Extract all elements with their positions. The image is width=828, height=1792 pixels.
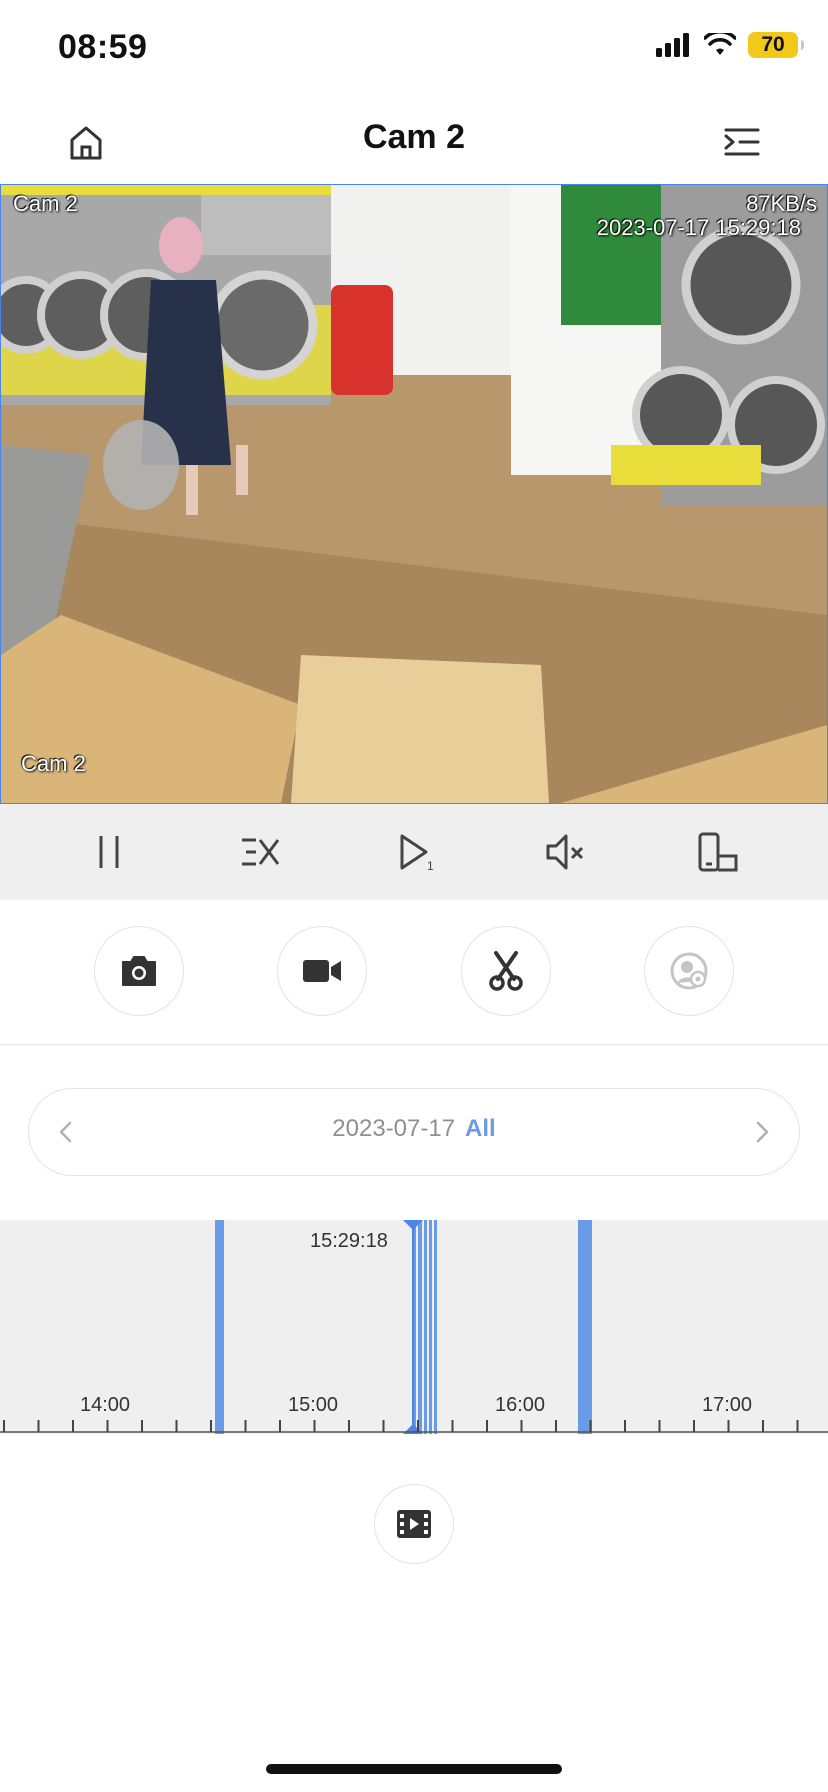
record-button[interactable] [277,926,367,1016]
tick-label-1600: 16:00 [495,1394,546,1416]
camera-video-feed[interactable]: Cam 2 87KB/s 2023-07-17 15:29:18 Cam 2 [0,184,828,804]
record-icon [303,960,341,982]
clip-icon [489,951,523,991]
clip-button[interactable] [461,926,551,1016]
status-bar: 08:59 70 [0,0,828,100]
page-title: Cam 2 [362,118,466,156]
tick-label-1700: 17:00 [702,1394,753,1416]
face-detect-button[interactable] [644,926,734,1016]
snapshot-icon [122,956,156,986]
camera-scene-image [1,185,827,803]
recording-segment [578,1220,592,1434]
video-list-icon [397,1510,431,1538]
recording-segment [215,1220,224,1434]
recording-segment [434,1220,437,1434]
recording-segment [418,1220,422,1434]
recording-segment [429,1220,432,1434]
video-channel-label: Cam 2 [13,191,78,216]
recording-segment [424,1220,427,1434]
tick-label-1400: 14:00 [80,1394,131,1416]
status-icons: 70 [656,32,804,58]
rotate-screen-icon[interactable] [694,828,742,876]
face-detect-icon [670,952,708,990]
selected-date: 2023-07-17 [332,1115,456,1142]
playback-timeline[interactable]: 15:29:18 14:00 15:00 16:00 17:00 [0,1220,828,1434]
video-bitrate: 87KB/s [746,191,817,216]
video-timestamp: 2023-07-17 15:29:18 [596,215,801,240]
tool-buttons [0,900,828,1045]
menu-collapse-icon[interactable] [718,118,766,166]
pause-icon[interactable] [85,828,133,876]
header: Cam 2 [0,100,828,184]
stream-quality-icon[interactable] [236,828,284,876]
next-day-icon[interactable] [745,1115,779,1149]
battery-icon: 70 [748,32,804,58]
date-selector: 2023-07-17 All [28,1088,800,1176]
wifi-icon [704,33,736,55]
mute-icon[interactable] [542,828,590,876]
tick-label-1500: 15:00 [288,1394,339,1416]
home-indicator [266,1764,562,1774]
svg-text:1: 1 [427,859,434,873]
playback-control-bar: 1 [0,804,828,900]
date-label[interactable]: 2023-07-17 All [29,1115,799,1143]
timeline-current-time: 15:29:18 [310,1230,388,1252]
video-list-button[interactable] [374,1484,454,1564]
playback-speed-icon[interactable]: 1 [390,828,438,876]
signal-icon [656,33,689,57]
video-channel-label-bottom: Cam 2 [21,751,86,776]
filter-all[interactable]: All [465,1115,496,1142]
snapshot-button[interactable] [94,926,184,1016]
status-time: 08:59 [58,28,148,66]
